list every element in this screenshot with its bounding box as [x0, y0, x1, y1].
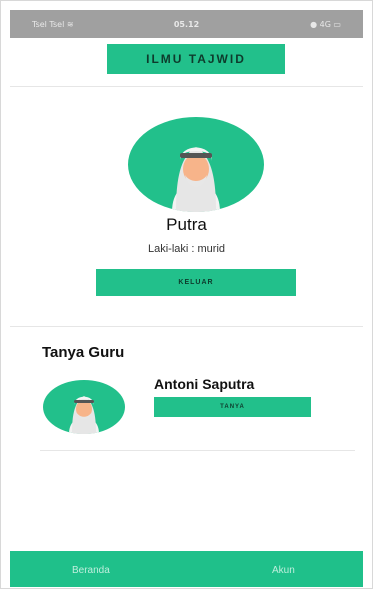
- profile-divider: [10, 326, 363, 327]
- logout-button[interactable]: KELUAR: [96, 269, 296, 296]
- nav-item-akun[interactable]: Akun: [272, 565, 295, 576]
- list-divider: [40, 450, 355, 451]
- teacher-avatar-icon: [43, 380, 125, 434]
- header-divider: [10, 86, 363, 87]
- battery-indicator: ● 4G ▭: [310, 20, 341, 29]
- profile-avatar-icon: [128, 117, 264, 212]
- user-role: Laki-laki : murid: [147, 243, 226, 255]
- app-title: ILMU TAJWID: [107, 44, 285, 74]
- teacher-name: Antoni Saputra: [154, 376, 255, 392]
- ask-teacher-title: Tanya Guru: [42, 344, 125, 361]
- nav-item-beranda[interactable]: Beranda: [72, 565, 110, 576]
- status-bar: Tsel Tsel ≋ 05.12 ● 4G ▭: [10, 10, 363, 38]
- ask-button[interactable]: TANYA: [154, 397, 311, 417]
- person-keffiyeh-icon: [172, 147, 220, 212]
- person-keffiyeh-icon: [69, 396, 99, 434]
- user-name: Putra: [166, 215, 207, 234]
- bottom-nav: Beranda Akun: [10, 551, 363, 587]
